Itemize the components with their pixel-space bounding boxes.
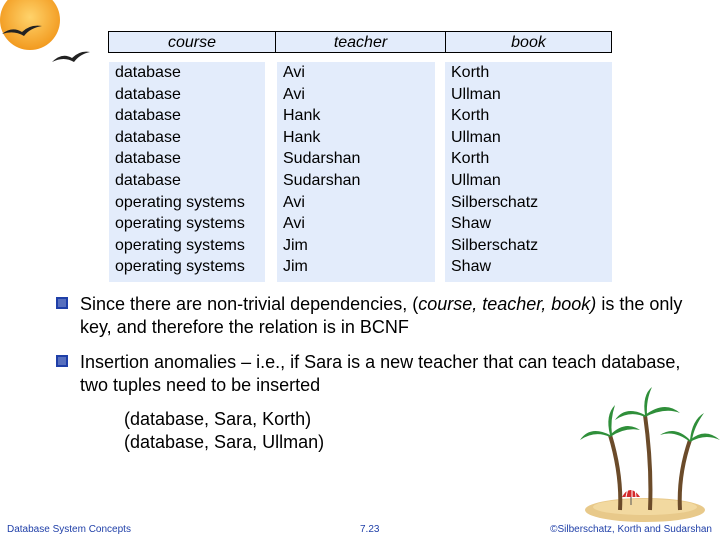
table-cell-book: Korth — [451, 64, 490, 81]
table-cell-course: operating systems — [115, 215, 245, 233]
table-cell-book: Ullman — [451, 171, 501, 189]
table-cell-book: Ullman — [451, 128, 501, 146]
table-cell-teacher: Jim — [283, 236, 308, 254]
header-course: course — [108, 31, 276, 53]
table-cell-teacher: Avi — [283, 193, 305, 211]
table-cell-course: operating systems — [115, 258, 245, 276]
column-book: Korth Ullman Korth Ullman Korth Ullman Silbers… — [445, 62, 612, 282]
header-teacher: teacher — [276, 31, 446, 53]
table-cell-book: Silberschatz — [451, 193, 539, 211]
bullet-square-icon — [56, 297, 68, 309]
example-tuple-2: (database, Sara, Ullman) — [124, 432, 325, 452]
column-teacher: Avi Avi Hank Hank Sudarshan Sudarshan Avi Avi Ji… — [277, 62, 435, 282]
table-cell-course: database — [115, 85, 181, 103]
table-cell-book: Korth — [451, 150, 490, 168]
header-book: book — [446, 31, 612, 53]
table-cell-teacher: Avi — [283, 215, 305, 233]
table-cell-book: Silberschatz — [451, 236, 539, 254]
bullet-text-italic: course, teacher, book) — [418, 294, 597, 314]
table-cell-course: database — [115, 150, 181, 168]
column-course: database database database database database… — [109, 62, 265, 282]
table-cell-book: Shaw — [451, 258, 492, 276]
footer-book-title: Database System Concepts — [7, 524, 131, 535]
table-cell-teacher: Avi — [283, 85, 305, 103]
bullet-square-icon — [56, 355, 68, 367]
table-cell-teacher: Hank — [283, 128, 321, 146]
table-cell-teacher: Sudarshan — [283, 150, 361, 168]
table-cell-course: database — [115, 64, 181, 81]
table-cell-book: Ullman — [451, 85, 501, 103]
bullet-text-bcnf: Since there are non-trivial dependencies… — [80, 293, 700, 339]
palm-island-icon — [580, 387, 720, 522]
footer-page-number: 7.23 — [360, 524, 380, 535]
table-cell-book: Korth — [451, 107, 490, 125]
table-cell-teacher: Sudarshan — [283, 171, 361, 189]
footer-copyright: ©Silberschatz, Korth and Sudarshan — [550, 524, 712, 535]
table-cell-teacher: Avi — [283, 64, 305, 81]
table-cell-book: Shaw — [451, 215, 492, 233]
table-cell-teacher: Hank — [283, 107, 321, 125]
table-cell-course: operating systems — [115, 236, 245, 254]
table-cell-course: operating systems — [115, 193, 245, 211]
table-cell-teacher: Jim — [283, 258, 308, 276]
sun-birds-logo-icon — [0, 0, 90, 62]
table-cell-course: database — [115, 128, 181, 146]
table-cell-course: database — [115, 107, 181, 125]
table-cell-course: database — [115, 171, 181, 189]
bullet-text-pre: Since there are non-trivial dependencies… — [80, 294, 419, 314]
example-tuple-1: (database, Sara, Korth) — [124, 409, 312, 429]
